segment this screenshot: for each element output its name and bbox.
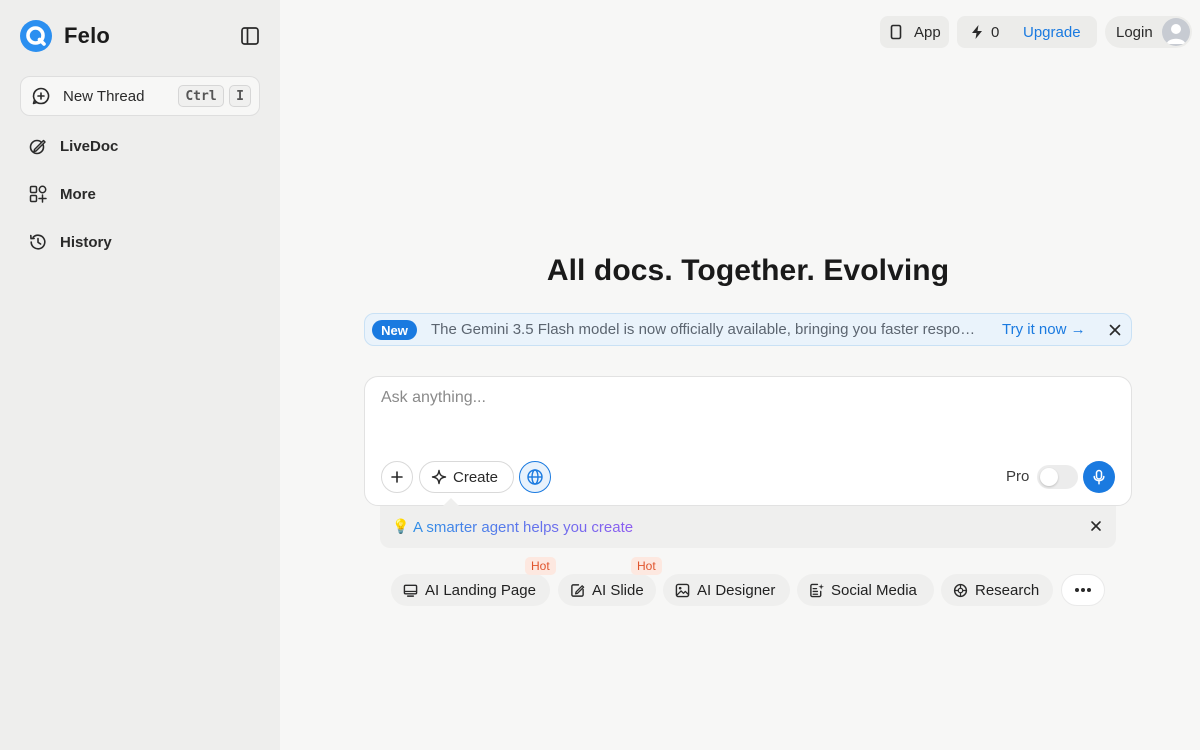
hot-badge: Hot — [631, 557, 662, 575]
sidebar-item-label: LiveDoc — [60, 137, 119, 155]
login-button[interactable]: Login — [1105, 16, 1192, 48]
sidebar-item-livedoc[interactable]: LiveDoc — [20, 128, 260, 164]
avatar — [1162, 18, 1190, 46]
shortcut-i-key: I — [229, 85, 251, 107]
chip-label: Research — [975, 581, 1040, 599]
research-chip[interactable]: Research — [941, 574, 1053, 606]
chip-label: AI Landing Page — [425, 581, 536, 599]
ask-input[interactable] — [381, 389, 1111, 449]
banner-text: The Gemini 3.5 Flash model is now offici… — [431, 321, 983, 338]
monitor-icon — [403, 584, 418, 597]
ai-landing-page-chip[interactable]: Hot AI Landing Page — [391, 557, 556, 606]
chip-label: AI Designer — [697, 581, 776, 599]
credit-count: 0 — [991, 23, 1000, 41]
new-thread-button[interactable]: New Thread Ctrl I — [20, 76, 260, 116]
phone-icon — [890, 24, 902, 40]
research-icon — [953, 583, 968, 597]
ai-designer-chip[interactable]: AI Designer — [663, 574, 790, 606]
livedoc-icon — [29, 139, 46, 155]
close-icon[interactable] — [1107, 322, 1123, 338]
shortcut-ctrl-key: Ctrl — [178, 85, 224, 107]
upgrade-link[interactable]: Upgrade — [1023, 24, 1081, 41]
attach-button[interactable] — [381, 461, 413, 493]
lightbulb-icon: 💡 — [392, 518, 410, 534]
sidebar: Felo New Thread Ctrl I LiveDoc More Hist… — [0, 0, 280, 750]
apps-plus-icon — [29, 185, 47, 203]
user-avatar-icon — [1166, 24, 1186, 44]
new-badge: New — [372, 320, 417, 340]
hot-badge: Hot — [525, 557, 556, 575]
social-doc-icon — [810, 583, 824, 597]
sidebar-item-label: More — [60, 185, 96, 203]
felo-logo-icon — [20, 20, 52, 52]
pro-toggle[interactable] — [1037, 465, 1078, 489]
brand-name: Felo — [64, 23, 111, 48]
sidebar-item-more[interactable]: More — [20, 176, 260, 212]
chip-label: AI Slide — [592, 581, 644, 599]
toggle-knob — [1040, 468, 1058, 486]
web-search-toggle[interactable] — [519, 461, 551, 493]
microphone-icon — [1093, 469, 1105, 485]
sidebar-item-history[interactable]: History — [20, 224, 260, 260]
announcement-banner: New The Gemini 3.5 Flash model is now of… — [364, 313, 1132, 346]
new-thread-icon — [32, 87, 50, 105]
lightning-icon — [972, 25, 982, 39]
sparkle-icon — [431, 469, 447, 485]
page-title: All docs. Together. Evolving — [546, 254, 950, 287]
globe-icon — [527, 469, 543, 485]
agent-hint: 💡 A smarter agent helps you create — [380, 506, 1116, 548]
slide-edit-icon — [571, 583, 585, 597]
app-download-button[interactable]: App — [880, 16, 949, 48]
voice-input-button[interactable] — [1083, 461, 1115, 493]
history-icon — [30, 234, 46, 250]
ai-slide-chip[interactable]: Hot AI Slide — [558, 557, 662, 606]
pro-label: Pro — [1006, 468, 1030, 485]
image-icon — [675, 583, 690, 597]
create-button[interactable]: Create — [419, 461, 514, 493]
plus-icon — [391, 471, 403, 483]
login-label: Login — [1116, 23, 1153, 41]
credits-button[interactable]: 0 Upgrade — [957, 16, 1097, 48]
new-thread-label: New Thread — [63, 87, 145, 105]
create-label: Create — [453, 468, 499, 486]
sidebar-item-label: History — [60, 233, 112, 251]
close-icon[interactable] — [1089, 519, 1103, 533]
more-actions-button[interactable] — [1061, 574, 1105, 606]
chip-label: Social Media — [831, 581, 917, 599]
composer: Create Pro — [364, 376, 1132, 506]
brand[interactable]: Felo — [20, 20, 110, 52]
more-horizontal-icon — [1075, 588, 1091, 592]
try-it-now-link[interactable]: Try it now → — [1002, 321, 1086, 338]
sidebar-toggle-icon[interactable] — [239, 25, 261, 47]
social-media-chip[interactable]: Social Media — [797, 574, 934, 606]
hint-text[interactable]: A smarter agent helps you create — [413, 519, 633, 536]
app-label: App — [914, 23, 941, 41]
